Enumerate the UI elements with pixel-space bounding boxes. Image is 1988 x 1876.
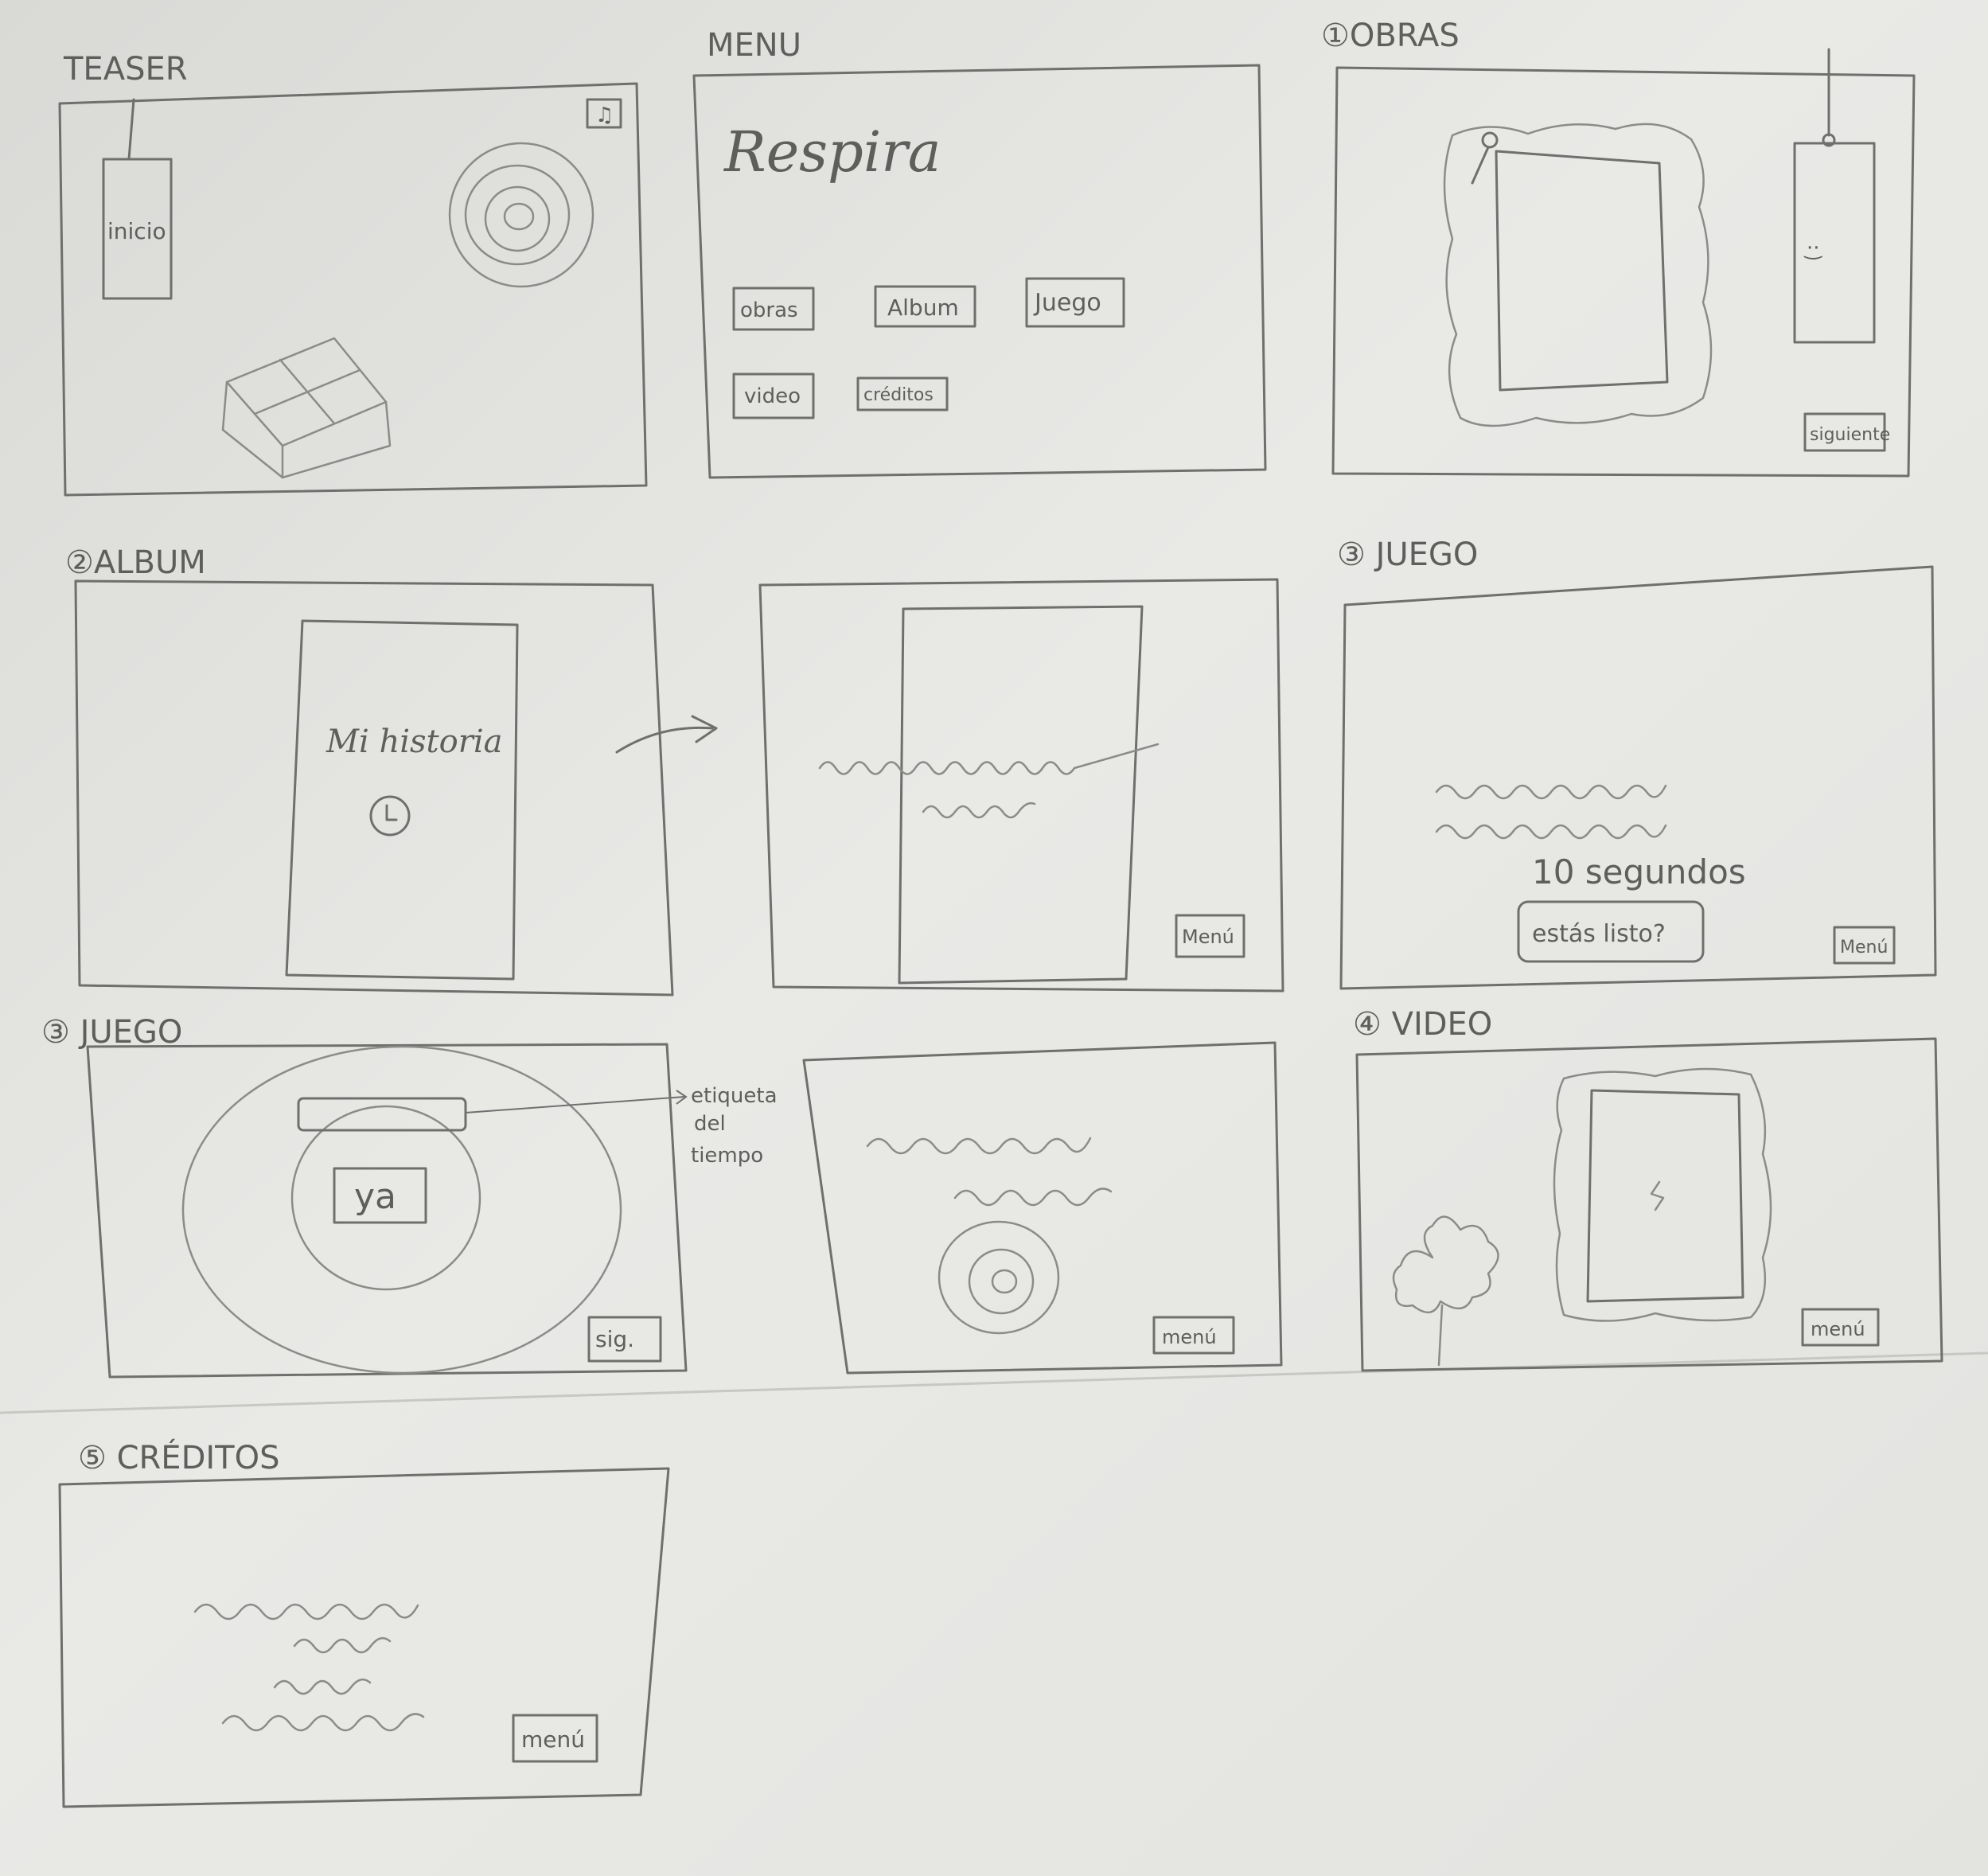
- svg-text:del: del: [694, 1112, 726, 1136]
- svg-text:sig.: sig.: [595, 1326, 634, 1352]
- heading-juego-bottom: ③ JUEGO: [41, 1014, 182, 1051]
- svg-text:Menú: Menú: [1182, 926, 1234, 948]
- heading-juego-top: ③ JUEGO: [1337, 536, 1478, 573]
- heading-creditos: ⑤ CRÉDITOS: [78, 1438, 279, 1476]
- svg-text:Menú: Menú: [1840, 938, 1888, 958]
- svg-text:menú: menú: [1162, 1326, 1217, 1348]
- svg-text:estás listo?: estás listo?: [1532, 920, 1666, 948]
- menu-title: Respira: [723, 119, 941, 185]
- heading-teaser: TEASER: [63, 51, 188, 88]
- heading-menu: MENU: [707, 27, 801, 64]
- timer-text: 10 segundos: [1532, 852, 1746, 891]
- inicio-tag-label: inicio: [107, 218, 166, 244]
- svg-text:siguiente: siguiente: [1810, 425, 1890, 445]
- album-book-title: Mi historia: [325, 723, 502, 760]
- heading-video: ④ VIDEO: [1353, 1006, 1492, 1043]
- svg-text:Album: Album: [887, 294, 959, 321]
- heading-album: ②ALBUM: [65, 544, 206, 581]
- storyboard-sheet: TEASER MENU ①OBRAS ②ALBUM ③ JUEGO ③ JUEG…: [0, 0, 1988, 1876]
- svg-text:ya: ya: [354, 1176, 396, 1217]
- svg-text:Juego: Juego: [1033, 289, 1101, 317]
- svg-text:obras: obras: [740, 298, 798, 322]
- svg-text:créditos: créditos: [863, 385, 934, 405]
- svg-text:♫: ♫: [595, 103, 614, 127]
- svg-text:tiempo: tiempo: [691, 1144, 763, 1168]
- svg-text:menú: menú: [1811, 1318, 1865, 1340]
- svg-text:video: video: [744, 384, 801, 408]
- svg-text:menú: menú: [521, 1726, 585, 1753]
- svg-text:etiqueta: etiqueta: [691, 1084, 778, 1108]
- heading-obras: ①OBRAS: [1321, 18, 1460, 54]
